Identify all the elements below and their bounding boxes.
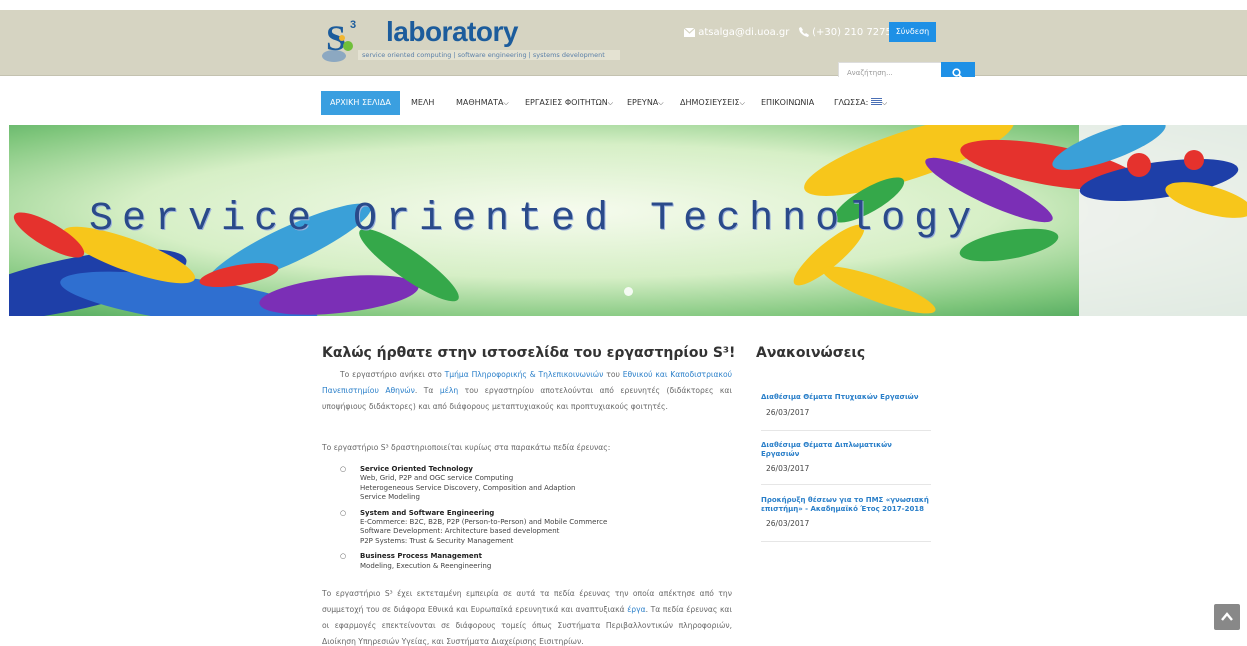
chevron-down-icon: ⌵ [503,99,509,107]
announcement-item: Διαθέσιμα Θέματα Διπλωματικών Εργασιών 2… [761,441,931,485]
nav-research[interactable]: ΕΡΕΥΝΑ⌵ [627,91,664,115]
announcement-link[interactable]: Προκήρυξη θέσεων για το ΠΜΣ «γνωσιακή επ… [761,496,931,513]
login-button[interactable]: Σύνδεση [889,22,936,42]
logo-tagline: service oriented computing | software en… [358,50,620,60]
list-item: ○ System and Software Engineering E-Comm… [340,509,740,547]
research-areas-list: ○ Service Oriented Technology Web, Grid,… [340,465,740,577]
chevron-down-icon: ⌵ [607,99,614,107]
area-title: Service Oriented Technology [360,465,473,473]
svg-text:3: 3 [350,19,356,31]
area-line: Service Modeling [360,493,420,502]
chevron-down-icon: ⌵ [739,99,745,107]
search-placeholder: Αναζήτηση... [847,69,893,77]
intro-text: του [603,370,623,379]
department-link[interactable]: Τμήμα Πληροφορικής & Τηλεπικοινωνιών [445,370,604,379]
area-line: P2P Systems: Trust & Security Management [360,536,514,545]
welcome-heading: Καλώς ήρθατε στην ιστοσελίδα του εργαστη… [322,345,736,361]
bullet-icon: ○ [340,508,347,517]
area-line: Software Development: Architecture based… [360,527,560,536]
site-logo[interactable]: S 3 laboratory service oriented computin… [320,12,620,72]
chevron-up-icon [1221,612,1233,621]
list-item: ○ Service Oriented Technology Web, Grid,… [340,465,740,503]
scroll-to-top-button[interactable] [1214,604,1240,630]
announcement-date: 26/03/2017 [766,519,810,528]
logo-text: laboratory [386,16,518,47]
intro-text: Το εργαστήριο ανήκει στο [340,370,445,379]
closing-paragraph: Το εργαστήριο S³ έχει εκτεταμένη εμπειρί… [322,586,732,646]
projects-link[interactable]: έργα [627,605,645,614]
announcements-heading: Ανακοινώσεις [756,345,866,361]
areas-intro: Το εργαστήριο S³ δραστηριοποιείται κυρίω… [322,443,611,452]
bullet-icon: ○ [340,465,347,473]
members-link[interactable]: μέλη [440,386,458,395]
envelope-icon [683,27,696,40]
nav-student-projects[interactable]: ΕΡΓΑΣΙΕΣ ΦΟΙΤΗΤΩΝ⌵ [525,91,613,115]
nav-courses[interactable]: ΜΑΘΗΜΑΤΑ⌵ [456,91,509,115]
announcement-link[interactable]: Διαθέσιμα Θέματα Διπλωματικών Εργασιών [761,441,931,458]
bullet-icon: ○ [340,552,347,561]
intro-paragraph: Το εργαστήριο ανήκει στο Τμήμα Πληροφορι… [322,367,732,415]
chevron-down-icon: ⌵ [881,99,888,107]
announcement-date: 26/03/2017 [766,407,810,417]
nav-contact[interactable]: ΕΠΙΚΟΙΝΩΝΙΑ [761,91,814,115]
nav-publications[interactable]: ΔΗΜΟΣΙΕΥΣΕΙΣ⌵ [680,91,745,115]
carousel-indicator[interactable] [624,287,633,296]
announcement-item: Προκήρυξη θέσεων για το ΠΜΣ «γνωσιακή επ… [761,496,931,542]
area-title: Business Process Management [360,552,482,561]
greek-flag-icon [870,98,882,105]
area-line: Heterogeneous Service Discovery, Composi… [360,483,576,492]
nav-members[interactable]: ΜΕΛΗ [411,91,434,115]
nav-language[interactable]: ΓΛΩΣΣΑ: ⌵ [834,91,887,115]
area-line: Modeling, Execution & Reengineering [360,561,492,570]
area-title: System and Software Engineering [360,508,495,517]
site-header: S 3 laboratory service oriented computin… [0,10,1247,85]
phone-icon [798,27,809,40]
announcement-date: 26/03/2017 [766,464,810,473]
contact-email[interactable]: atsalga@di.uoa.gr [698,27,789,38]
area-line: Web, Grid, P2P and OGC service Computing [360,474,514,483]
chevron-down-icon: ⌵ [658,99,664,107]
hero-banner: Service Oriented Technology [9,125,1247,316]
area-line: E-Commerce: B2C, B2B, P2P (Person-to-Per… [360,518,608,527]
nav-home[interactable]: ΑΡΧΙΚΗ ΣΕΛΙΔΑ [321,91,400,115]
top-gap [0,0,1247,10]
announcement-link[interactable]: Διαθέσιμα Θέματα Πτυχιακών Εργασιών [761,393,931,402]
contact-info: atsalga@di.uoa.gr (+30) 210 7275206 [683,27,911,40]
list-item: ○ Business Process Management Modeling, … [340,552,740,571]
intro-text: . Τα [414,386,440,395]
hero-title: Service Oriented Technology [89,197,981,242]
announcement-item: Διαθέσιμα Θέματα Πτυχιακών Εργασιών 26/0… [761,393,931,431]
main-navigation: ΑΡΧΙΚΗ ΣΕΛΙΔΑ ΜΕΛΗ ΜΑΘΗΜΑΤΑ⌵ ΕΡΓΑΣΙΕΣ ΦΟ… [0,77,1247,125]
